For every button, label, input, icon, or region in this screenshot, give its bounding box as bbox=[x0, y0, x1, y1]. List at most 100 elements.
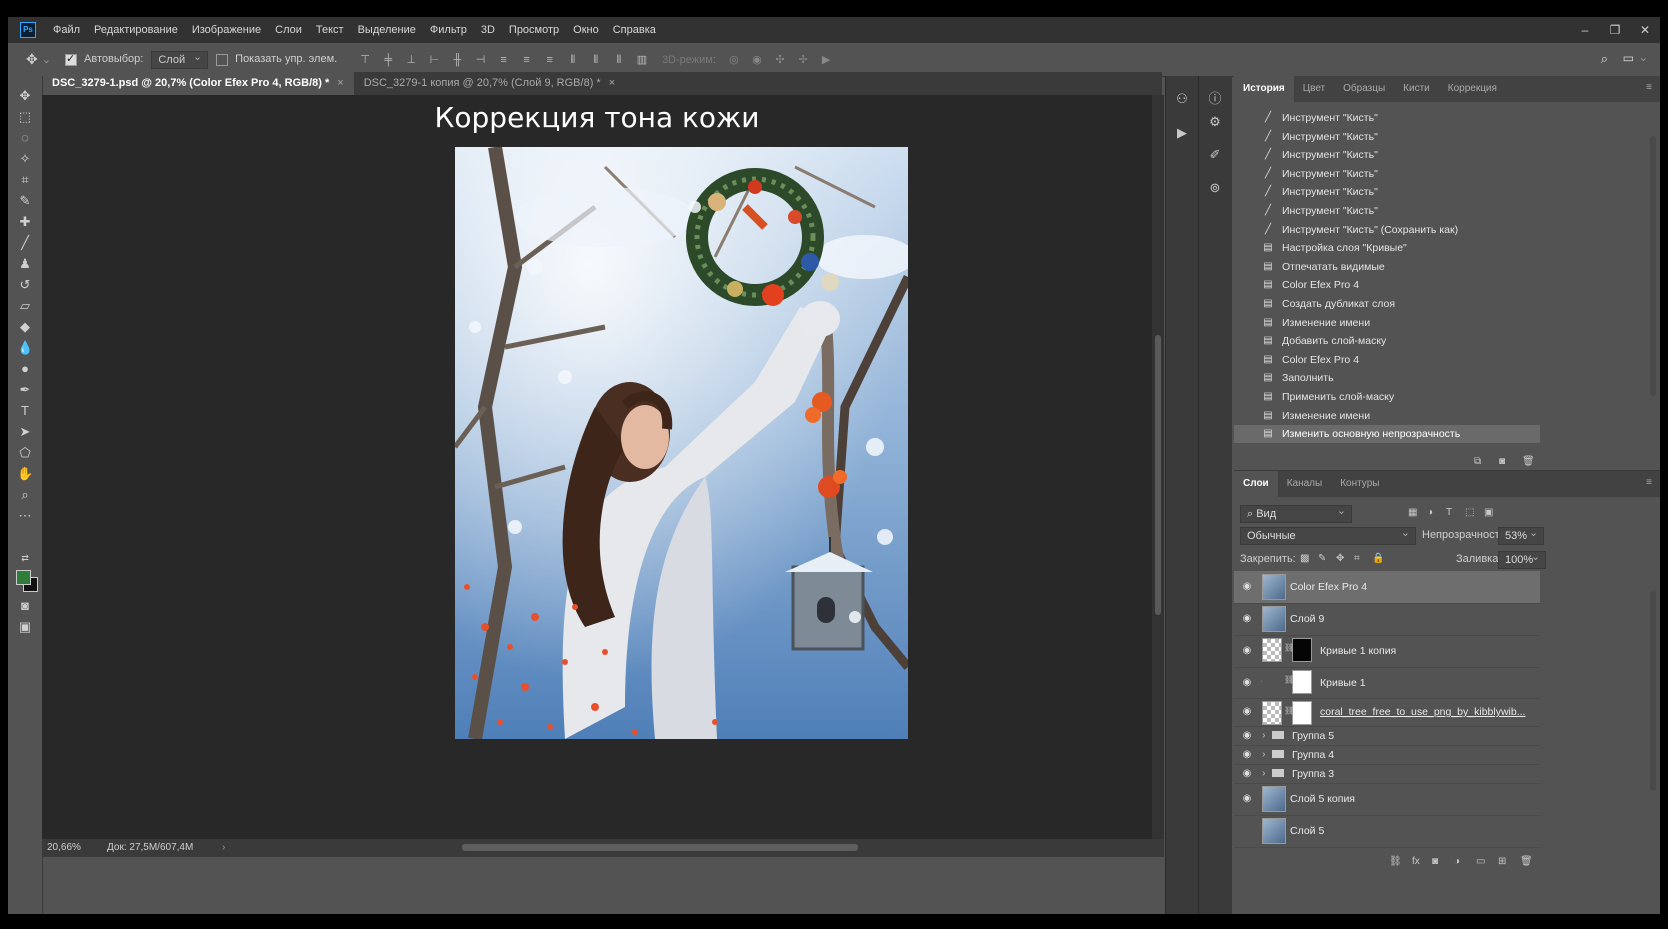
tab-paths[interactable]: Контуры bbox=[1331, 471, 1388, 497]
chevron-right-icon[interactable]: › bbox=[1262, 767, 1266, 779]
align-vcenter-icon[interactable]: ╪ bbox=[381, 54, 395, 66]
autoselect-dropdown[interactable]: Слой bbox=[151, 49, 209, 69]
chevron-right-icon[interactable]: › bbox=[1262, 748, 1266, 760]
history-item[interactable]: ▤ Изменение имени bbox=[1234, 407, 1540, 425]
lasso-tool-icon[interactable]: ◌ bbox=[17, 130, 33, 146]
layer-row[interactable]: ◉ Слой 5 копия bbox=[1234, 783, 1540, 816]
properties-icon[interactable]: ⚇ bbox=[1173, 90, 1191, 108]
tab-adjustments[interactable]: Коррекция bbox=[1439, 76, 1506, 102]
distribute-vcenter-icon[interactable]: ≡ bbox=[520, 54, 534, 66]
chain-link-icon[interactable]: ⛓ bbox=[1284, 675, 1294, 684]
new-document-from-state-icon[interactable]: ⧉ bbox=[1474, 456, 1481, 467]
tab-brushes[interactable]: Кисти bbox=[1394, 76, 1439, 102]
filter-type-icon[interactable]: T bbox=[1446, 507, 1452, 518]
layer-row[interactable]: ◉ ⛓ Кривые 1 копия bbox=[1234, 635, 1540, 668]
lock-all-icon[interactable]: 🔒 bbox=[1372, 553, 1384, 564]
learn-icon[interactable]: ⊚ bbox=[1206, 179, 1224, 197]
clone-source-icon[interactable]: ⚙ bbox=[1206, 113, 1224, 131]
pen-tool-icon[interactable]: ✒ bbox=[17, 382, 33, 398]
swap-colors-icon[interactable]: ⇄ bbox=[17, 550, 33, 566]
history-item[interactable]: ╱ Инструмент "Кисть" bbox=[1234, 202, 1540, 220]
auto-align-icon[interactable]: ▥ bbox=[635, 53, 649, 66]
history-item[interactable]: ▤ Color Efex Pro 4 bbox=[1234, 351, 1540, 369]
menu-image[interactable]: Изображение bbox=[185, 24, 268, 36]
history-item[interactable]: ╱ Инструмент "Кисть" (Сохранить как) bbox=[1234, 221, 1540, 239]
close-icon[interactable]: × bbox=[337, 77, 343, 89]
layer-row[interactable]: ◉ Слой 9 bbox=[1234, 603, 1540, 636]
eyedropper-tool-icon[interactable]: ✎ bbox=[17, 193, 33, 209]
layer-row[interactable]: ◉ ⛓ coral_tree_free_to_use_png_by_kibblywi… bbox=[1234, 698, 1540, 727]
magic-wand-tool-icon[interactable]: ✧ bbox=[17, 151, 33, 167]
layer-row[interactable]: ◉ › Группа 3 bbox=[1234, 764, 1540, 784]
path-selection-tool-icon[interactable]: ➤ bbox=[17, 424, 33, 440]
move-tool-icon[interactable]: ✥ bbox=[26, 51, 38, 68]
history-item[interactable]: ╱ Инструмент "Кисть" bbox=[1234, 128, 1540, 146]
orbit-3d-icon[interactable]: ◎ bbox=[727, 53, 741, 66]
align-top-icon[interactable]: ⊤ bbox=[358, 53, 372, 66]
chevron-down-icon[interactable]: ⌄ bbox=[42, 53, 51, 66]
lock-image-icon[interactable]: ✎ bbox=[1318, 553, 1326, 564]
menu-select[interactable]: Выделение bbox=[351, 24, 423, 36]
history-item[interactable]: ▤ Color Efex Pro 4 bbox=[1234, 276, 1540, 294]
shape-tool-icon[interactable]: ⬠ bbox=[17, 445, 33, 461]
chain-link-icon[interactable]: ⛓ bbox=[1284, 643, 1294, 652]
layer-row[interactable]: Слой 5 bbox=[1234, 815, 1540, 848]
tab-channels[interactable]: Каналы bbox=[1278, 471, 1332, 497]
search-icon[interactable]: ⌕ bbox=[1601, 51, 1608, 67]
play-icon[interactable]: ▶ bbox=[1173, 124, 1191, 142]
history-item[interactable]: ╱ Инструмент "Кисть" bbox=[1234, 146, 1540, 164]
history-item[interactable]: ▤ Изменить основную непрозрачность bbox=[1234, 425, 1540, 444]
align-hcenter-icon[interactable]: ╫ bbox=[450, 54, 464, 66]
zoom-level[interactable]: 20,66% bbox=[47, 839, 81, 857]
maximize-icon[interactable]: ❐ bbox=[1600, 17, 1630, 43]
autoselect-checkbox[interactable] bbox=[64, 52, 77, 66]
visibility-eye-icon[interactable]: ◉ bbox=[1241, 749, 1253, 761]
scale-3d-icon[interactable]: ▶ bbox=[819, 53, 833, 66]
tab-color[interactable]: Цвет bbox=[1294, 76, 1334, 102]
chevron-right-icon[interactable]: › bbox=[222, 839, 225, 857]
show-transform-checkbox[interactable] bbox=[216, 53, 229, 66]
history-item[interactable]: ▤ Применить слой-маску bbox=[1234, 388, 1540, 406]
visibility-eye-icon[interactable]: ◉ bbox=[1241, 645, 1253, 657]
menu-layers[interactable]: Слои bbox=[268, 24, 309, 36]
layer-mask-thumbnail[interactable] bbox=[1292, 670, 1312, 694]
distribute-bottom-icon[interactable]: ≡ bbox=[543, 54, 557, 66]
blend-mode-dropdown[interactable]: Обычные bbox=[1240, 525, 1416, 545]
move-tool-icon[interactable]: ✥ bbox=[17, 88, 33, 104]
layer-row[interactable]: ◉ Color Efex Pro 4 bbox=[1234, 571, 1540, 604]
layer-mask-thumbnail[interactable] bbox=[1292, 638, 1312, 662]
layer-filter-dropdown[interactable]: ⌕ Вид bbox=[1240, 503, 1352, 523]
history-item[interactable]: ▤ Добавить слой-маску bbox=[1234, 332, 1540, 350]
tab-document-2[interactable]: DSC_3279-1 копия @ 20,7% (Слой 9, RGB/8)… bbox=[354, 72, 625, 95]
tab-history[interactable]: История bbox=[1234, 76, 1294, 102]
visibility-eye-icon[interactable]: ◉ bbox=[1241, 768, 1253, 780]
history-item[interactable]: ╱ Инструмент "Кисть" bbox=[1234, 165, 1540, 183]
distribute-left-icon[interactable]: ⦀ bbox=[566, 54, 580, 67]
workspace-icon[interactable]: ▭ bbox=[1623, 51, 1634, 65]
menu-filter[interactable]: Фильтр bbox=[423, 24, 474, 36]
distribute-right-icon[interactable]: ⦀ bbox=[612, 54, 626, 67]
history-item[interactable]: ╱ Инструмент "Кисть" bbox=[1234, 109, 1540, 127]
adjustment-layer-icon[interactable]: ◑ bbox=[1454, 856, 1460, 867]
lock-position-icon[interactable]: ✥ bbox=[1336, 553, 1344, 564]
opacity-field[interactable]: 53% bbox=[1498, 525, 1545, 545]
link-layers-icon[interactable]: ⛓ bbox=[1389, 856, 1402, 867]
history-brush-tool-icon[interactable]: ↺ bbox=[17, 277, 33, 293]
delete-layer-icon[interactable]: 🗑 bbox=[1520, 856, 1533, 867]
dodge-tool-icon[interactable]: ● bbox=[17, 361, 33, 377]
menu-file[interactable]: Файл bbox=[46, 24, 87, 36]
align-left-icon[interactable]: ⊢ bbox=[427, 53, 441, 66]
marquee-tool-icon[interactable]: ⬚ bbox=[17, 109, 33, 125]
menu-edit[interactable]: Редактирование bbox=[87, 24, 185, 36]
align-bottom-icon[interactable]: ⊥ bbox=[404, 53, 418, 66]
clone-stamp-tool-icon[interactable]: ♟ bbox=[17, 256, 33, 272]
panel-menu-icon[interactable]: ≡ bbox=[1646, 477, 1652, 488]
paint-bucket-tool-icon[interactable]: ◆ bbox=[17, 319, 33, 335]
vertical-scrollbar[interactable] bbox=[1152, 95, 1164, 857]
delete-trash-icon[interactable]: 🗑 bbox=[1522, 456, 1535, 467]
fill-field[interactable]: 100% bbox=[1498, 549, 1547, 569]
chain-link-icon[interactable]: ⛓ bbox=[1284, 706, 1294, 715]
filter-adjustment-icon[interactable]: ◑ bbox=[1427, 507, 1433, 518]
tab-layers[interactable]: Слои bbox=[1234, 471, 1278, 497]
canvas-area[interactable]: Коррекция тона кожи bbox=[42, 95, 1152, 857]
